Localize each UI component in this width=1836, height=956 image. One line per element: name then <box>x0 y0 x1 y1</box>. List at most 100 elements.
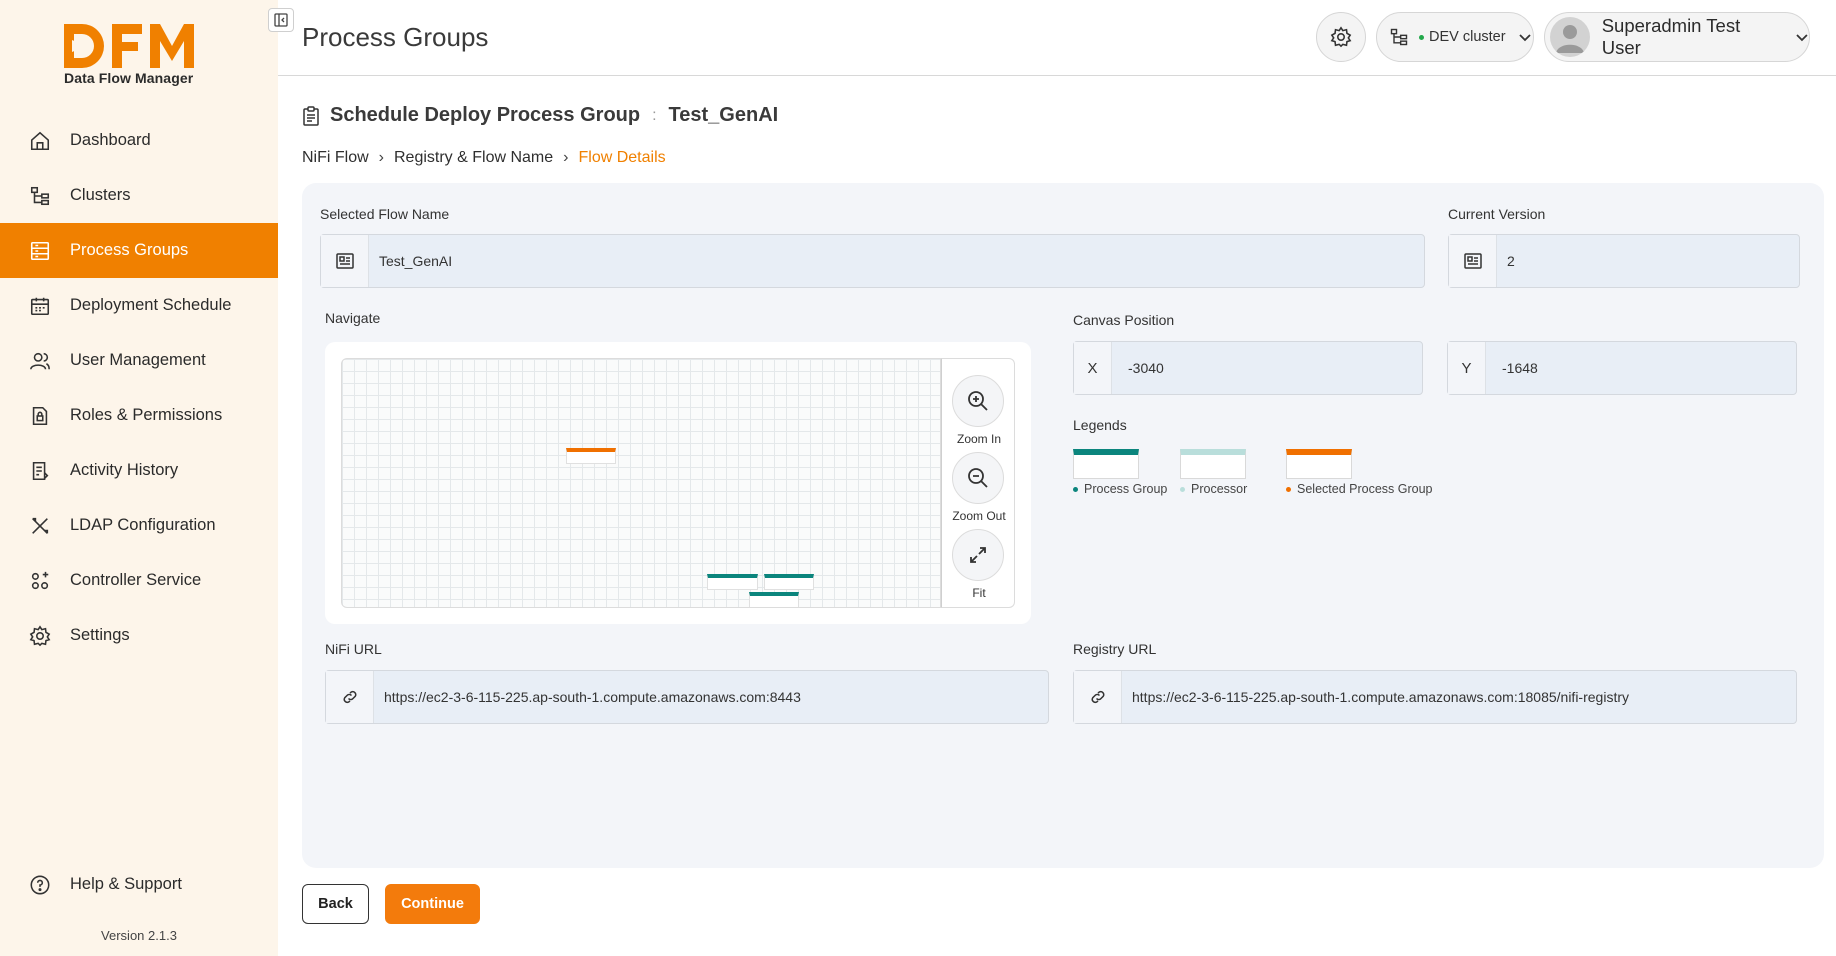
continue-button[interactable]: Continue <box>385 884 480 924</box>
zoom-in-icon <box>968 391 988 411</box>
legend-processor-label: Processor <box>1191 482 1248 496</box>
cluster-status-dot <box>1419 34 1424 40</box>
legend-process-group-label: Process Group <box>1084 482 1168 496</box>
canvas-x-value: -3040 <box>1128 360 1164 376</box>
legend-selected-process-group: Selected Process Group <box>1286 482 1433 496</box>
breadcrumb-flow-details: Flow Details <box>578 149 666 166</box>
chevron-right-icon: › <box>378 149 384 166</box>
help-label: Help & Support <box>70 875 182 893</box>
selected-process-group-node[interactable] <box>566 448 616 464</box>
breadcrumb-nifi-flow[interactable]: NiFi Flow <box>302 149 369 167</box>
cluster-name: DEV cluster <box>1429 29 1506 45</box>
process-group-node[interactable] <box>764 574 814 590</box>
sidebar-item-label: Settings <box>70 626 130 644</box>
selected-flow-name-value: Test_GenAI <box>379 253 453 269</box>
zoom-in-label: Zoom In <box>956 432 1001 446</box>
navigator-controls: Zoom In Zoom Out Fit <box>941 358 1015 608</box>
nifi-url-label: NiFi URL <box>325 641 382 657</box>
help-support-link[interactable]: Help & Support <box>0 857 278 912</box>
sidebar-item-label: Dashboard <box>70 131 151 149</box>
header-settings-button[interactable] <box>1316 12 1366 62</box>
canvas-y-field: Y -1648 <box>1447 341 1797 395</box>
lock-document-icon <box>28 404 52 428</box>
gear-icon <box>1330 26 1352 48</box>
sidebar-item-settings[interactable]: Settings <box>0 608 278 663</box>
user-menu[interactable]: Superadmin Test User <box>1544 12 1810 62</box>
chevron-down-icon <box>1518 34 1531 42</box>
clipboard-icon <box>303 105 319 126</box>
navigate-label: Navigate <box>325 310 381 326</box>
cluster-tree-icon <box>1390 28 1408 46</box>
user-name: Superadmin Test User <box>1601 15 1741 58</box>
section-flow-name: Test_GenAI <box>668 104 779 126</box>
process-group-node[interactable] <box>749 592 799 607</box>
sidebar-item-controller-service[interactable]: Controller Service <box>0 553 278 608</box>
zoom-out-label: Zoom Out <box>952 509 1006 523</box>
collapse-panel-icon <box>274 13 288 27</box>
sidebar-item-label: User Management <box>70 351 206 369</box>
list-card-icon <box>321 235 369 287</box>
navigator-canvas[interactable] <box>341 358 941 608</box>
sidebar: Data Flow Manager Dashboard Clusters Pro… <box>0 0 278 956</box>
cluster-selector[interactable]: DEV cluster <box>1376 12 1534 62</box>
legend-bullet <box>1073 486 1078 492</box>
fit-button[interactable] <box>952 529 1004 581</box>
legend-process-group-swatch <box>1073 449 1139 479</box>
selected-flow-name-label: Selected Flow Name <box>320 206 450 222</box>
page-title: Process Groups <box>302 22 489 52</box>
sidebar-item-clusters[interactable]: Clusters <box>0 168 278 223</box>
avatar <box>1550 17 1590 57</box>
section-heading: Schedule Deploy Process Group <box>330 104 641 126</box>
chevron-down-icon <box>1796 34 1808 42</box>
sidebar-item-activity-history[interactable]: Activity History <box>0 443 278 498</box>
breadcrumb-registry-flow-name[interactable]: Registry & Flow Name <box>394 149 553 167</box>
nifi-url-value: https://ec2-3-6-115-225.ap-south-1.compu… <box>384 689 801 705</box>
section-title: Schedule Deploy Process Group : Test_Gen… <box>302 104 778 127</box>
canvas-x-field: X -3040 <box>1073 341 1423 395</box>
process-group-node[interactable] <box>707 574 758 590</box>
sidebar-item-deployment-schedule[interactable]: Deployment Schedule <box>0 278 278 333</box>
legend-bullet <box>1180 486 1185 492</box>
sidebar-collapse-button[interactable] <box>268 8 294 32</box>
canvas-position-label: Canvas Position <box>1073 312 1175 328</box>
registry-url-label: Registry URL <box>1073 641 1157 657</box>
link-icon <box>1074 671 1122 723</box>
sidebar-item-user-management[interactable]: User Management <box>0 333 278 388</box>
sidebar-item-label: LDAP Configuration <box>70 516 216 534</box>
sidebar-item-label: Process Groups <box>70 241 189 259</box>
cluster-tree-icon <box>28 184 52 208</box>
help-icon <box>28 873 52 897</box>
gear-icon <box>28 624 52 648</box>
expand-arrows-icon <box>970 547 986 563</box>
home-icon <box>28 129 52 153</box>
x-axis-label: X <box>1074 342 1112 394</box>
sidebar-item-roles-permissions[interactable]: Roles & Permissions <box>0 388 278 443</box>
logo-subtitle: Data Flow Manager <box>64 70 194 86</box>
calendar-icon <box>28 294 52 318</box>
legend-bullet <box>1286 486 1291 492</box>
users-icon <box>28 349 52 373</box>
legend-processor-swatch <box>1180 449 1246 479</box>
sidebar-item-label: Controller Service <box>70 571 202 589</box>
sidebar-item-process-groups[interactable]: Process Groups <box>0 223 278 278</box>
sidebar-item-dashboard[interactable]: Dashboard <box>0 113 278 168</box>
back-button[interactable]: Back <box>302 884 369 924</box>
zoom-in-button[interactable] <box>952 375 1004 427</box>
section-separator: : <box>652 106 657 124</box>
registry-url-value: https://ec2-3-6-115-225.ap-south-1.compu… <box>1132 689 1629 705</box>
sidebar-item-label: Roles & Permissions <box>70 406 223 424</box>
app-version: Version 2.1.3 <box>101 928 177 943</box>
selected-flow-name-field: Test_GenAI <box>320 234 1425 288</box>
legend-process-group: Process Group <box>1073 482 1167 496</box>
nifi-url-field: https://ec2-3-6-115-225.ap-south-1.compu… <box>325 670 1049 724</box>
legend-selected-process-group-label: Selected Process Group <box>1297 482 1433 496</box>
zoom-out-button[interactable] <box>952 452 1004 504</box>
fit-label: Fit <box>972 586 986 600</box>
sidebar-item-ldap-configuration[interactable]: LDAP Configuration <box>0 498 278 553</box>
controller-icon <box>28 569 52 593</box>
flow-navigator: Zoom In Zoom Out Fit <box>325 342 1031 624</box>
chevron-right-icon: › <box>563 149 569 166</box>
history-document-icon <box>28 459 52 483</box>
current-version-value: 2 <box>1507 253 1515 269</box>
legends-label: Legends <box>1073 417 1127 433</box>
